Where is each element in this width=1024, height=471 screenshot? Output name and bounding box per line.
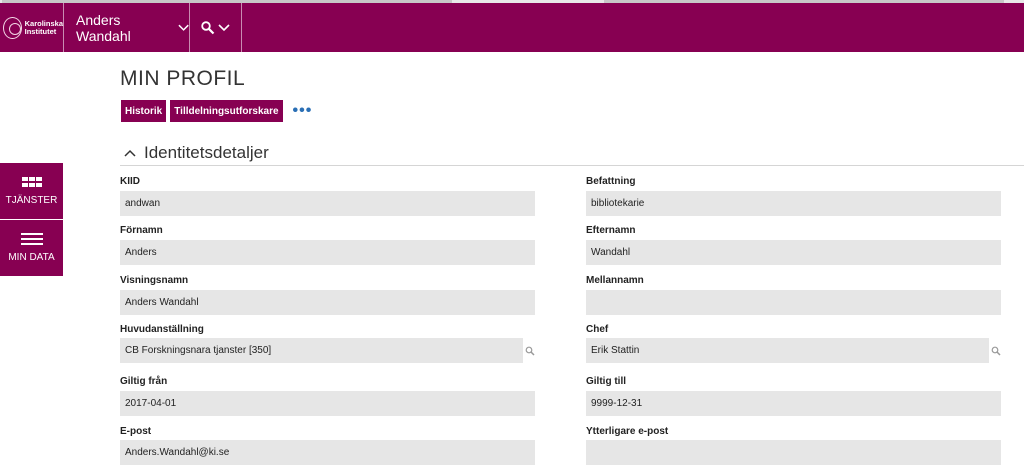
chef-field[interactable]: Erik Stattin [586, 338, 989, 363]
menu-icon [20, 233, 43, 245]
logo-text-line2: Institutet [24, 26, 57, 36]
section-toggle[interactable]: Identitetsdetaljer [124, 143, 269, 163]
chevron-up-icon [124, 149, 136, 157]
kiid-field[interactable]: andwan [120, 191, 535, 216]
tilldelningsutforskare-button[interactable]: Tilldelningsutforskare [170, 100, 283, 122]
section-title: Identitetsdetaljer [144, 143, 269, 162]
page-title: MIN PROFIL [120, 67, 246, 90]
fornamn-label: Förnamn [120, 225, 163, 236]
mellannamn-field[interactable] [586, 290, 1001, 315]
sidenav-item-min-data[interactable]: MIN DATA [0, 220, 63, 277]
search-menu[interactable] [190, 3, 242, 52]
epost-field[interactable]: Anders.Wandahl@ki.se [120, 440, 535, 465]
visningsnamn-label: Visningsnamn [120, 275, 189, 286]
kiid-label: KIID [120, 176, 140, 187]
search-icon [201, 20, 215, 34]
lookup-search-icon[interactable] [525, 346, 535, 356]
historik-button[interactable]: Historik [121, 100, 167, 122]
ytterligare-epost-label: Ytterligare e-post [586, 426, 669, 437]
visningsnamn-field[interactable]: Anders Wandahl [120, 290, 535, 315]
giltig-till-label: Giltig till [586, 376, 626, 387]
user-menu[interactable]: Anders Wandahl [64, 3, 190, 52]
sidenav-item-label: TJÄNSTER [5, 194, 58, 206]
befattning-label: Befattning [586, 176, 636, 187]
befattning-field[interactable]: bibliotekarie [586, 191, 1001, 216]
huvudanstallning-field[interactable]: CB Forskningsnara tjanster [350] [120, 338, 523, 363]
chef-label: Chef [586, 324, 609, 335]
lookup-search-icon[interactable] [991, 346, 1001, 356]
ytterligare-epost-field[interactable] [586, 440, 1001, 465]
giltig-fran-label: Giltig från [120, 376, 168, 387]
top-bar: Karolinska Institutet Anders Wandahl [0, 3, 1024, 52]
side-nav: TJÄNSTER MIN DATA [0, 163, 63, 277]
giltig-fran-field[interactable]: 2017-04-01 [120, 391, 535, 416]
mellannamn-label: Mellannamn [586, 275, 644, 286]
ki-logo[interactable]: Karolinska Institutet [0, 3, 64, 52]
more-options-icon[interactable]: ••• [293, 103, 313, 119]
sidenav-item-label: MIN DATA [8, 252, 55, 263]
logo-text: Karolinska Institutet [24, 19, 63, 36]
efternamn-label: Efternamn [586, 225, 636, 236]
efternamn-field[interactable]: Wandahl [586, 240, 1001, 265]
giltig-till-field[interactable]: 9999-12-31 [586, 391, 1001, 416]
grid-icon [21, 176, 42, 187]
user-name: Anders Wandahl [76, 11, 131, 44]
chevron-down-icon [178, 24, 189, 31]
chevron-down-icon [218, 23, 230, 31]
epost-label: E-post [120, 426, 152, 437]
sidenav-item-tjanster[interactable]: TJÄNSTER [0, 163, 63, 220]
seal-icon [3, 16, 22, 39]
section-divider [120, 165, 1024, 166]
huvudanstallning-label: Huvudanställning [120, 324, 204, 335]
action-bar: Historik Tilldelningsutforskare ••• [121, 100, 312, 122]
fornamn-field[interactable]: Anders [120, 240, 535, 265]
